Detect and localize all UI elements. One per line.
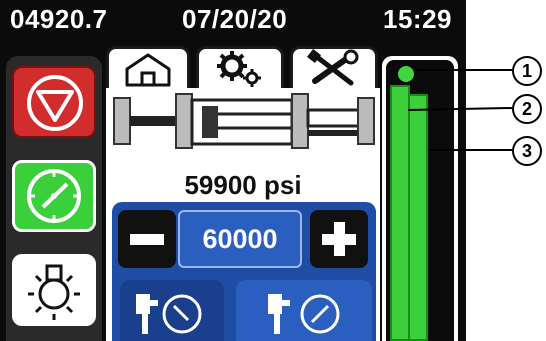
callout-2: 2 [512, 94, 542, 124]
callout-3: 3 [512, 136, 542, 166]
callout-1: 1 [512, 56, 542, 86]
callout-lines [407, 69, 513, 151]
